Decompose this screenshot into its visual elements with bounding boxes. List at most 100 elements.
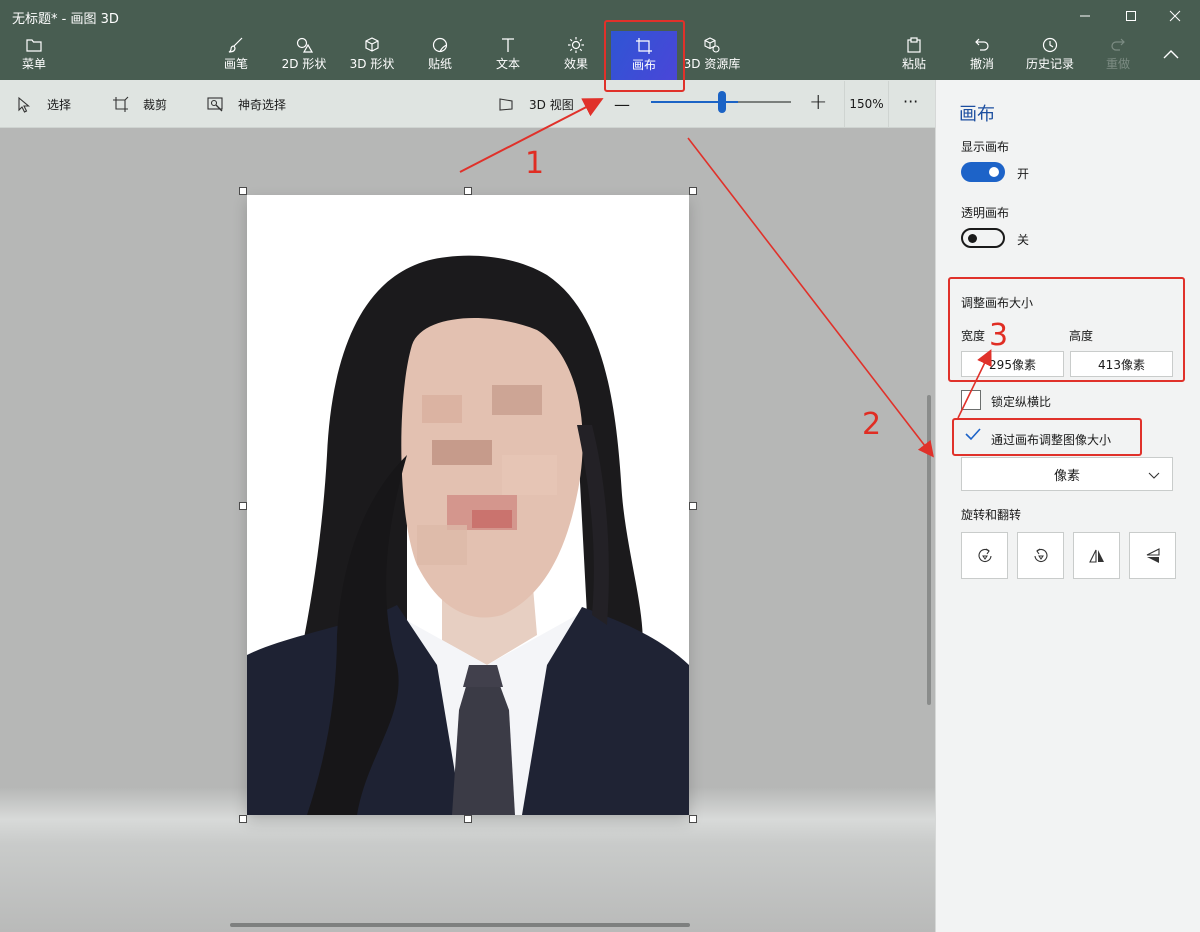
menu-label: 菜单 [21,57,46,71]
redo-button[interactable]: 重做 [1086,36,1150,76]
tool-brushes[interactable]: 画笔 [204,36,268,76]
toggle-knob [968,234,977,243]
more-icon: ··· [903,91,919,111]
rotate-flip-label: 旋转和翻转 [961,508,1022,522]
zoom-slider-thumb[interactable] [718,91,726,113]
flip-vertical-button[interactable] [1129,532,1176,579]
tool-label: 撤消 [969,57,994,71]
rotate-right-icon [1033,548,1048,562]
shapes-2d-icon [296,37,313,53]
panel-title: 画布 [959,104,995,125]
select-button[interactable]: 选择 [16,93,71,115]
undo-button[interactable]: 撤消 [950,36,1014,76]
minimize-icon [1080,15,1090,17]
resize-handle[interactable] [689,815,697,823]
maximize-icon [1126,11,1136,21]
resize-handle[interactable] [239,187,247,195]
lock-aspect-ratio-label: 锁定纵横比 [991,395,1052,409]
chevron-up-icon [1163,50,1179,59]
toggle-knob [989,167,999,177]
tool-label: 效果 [563,57,588,71]
flip-horizontal-icon [1088,549,1104,563]
annotation-box-resize [948,277,1185,382]
flip-horizontal-button[interactable] [1073,532,1120,579]
redo-icon [1111,38,1125,51]
tool-3d-shapes[interactable]: 3D 形状 [340,36,404,76]
minimize-button[interactable] [1062,0,1108,32]
units-dropdown[interactable]: 像素 [961,457,1173,491]
zoom-in-icon: + [809,89,828,115]
view-3d-label: 3D 视图 [529,97,574,112]
show-canvas-toggle[interactable] [961,162,1005,182]
history-button[interactable]: 历史记录 [1018,36,1082,76]
crop-label: 裁剪 [143,97,168,112]
tool-label: 粘贴 [901,57,926,71]
tool-label: 历史记录 [1025,57,1074,71]
zoom-out-button[interactable]: — [614,93,630,115]
annotation-box-checkbox [952,418,1142,456]
annotation-number-1: 1 [525,146,545,181]
more-options-button[interactable]: ··· [903,90,918,112]
annotation-number-2: 2 [862,407,882,442]
transparent-canvas-label: 透明画布 [961,206,1010,220]
resize-handle[interactable] [239,502,247,510]
annotation-box-canvas-tool [604,20,685,92]
view-3d-button[interactable]: 3D 视图 [498,93,574,115]
rotate-left-button[interactable] [961,532,1008,579]
ribbon: 无标题* - 画图 3D 菜单 画笔 2D 形状 3D 形状 贴纸 文本 效果 … [0,0,1200,80]
tool-label: 画笔 [223,57,248,71]
magic-select-button[interactable]: 神奇选择 [207,93,286,115]
zoom-out-icon: — [614,94,630,114]
transparent-canvas-toggle[interactable] [961,228,1005,248]
resize-handle[interactable] [689,502,697,510]
resize-handle[interactable] [464,815,472,823]
select-label: 选择 [47,97,72,112]
annotation-number-3: 3 [989,318,1009,353]
magic-select-icon [207,96,223,111]
paste-button[interactable]: 粘贴 [882,36,946,76]
resize-handle[interactable] [689,187,697,195]
menu-button[interactable]: 菜单 [2,36,66,76]
tool-label: 2D 形状 [281,57,327,71]
close-button[interactable] [1152,0,1198,32]
portrait-photo [247,255,689,815]
lock-aspect-ratio-checkbox[interactable] [961,390,981,410]
effects-icon [568,37,584,53]
cursor-icon [18,96,31,113]
resize-handle[interactable] [239,815,247,823]
show-canvas-state: 开 [1017,167,1030,181]
close-icon [1169,10,1181,22]
canvas-panel: 画布 显示画布 开 透明画布 关 调整画布大小 宽度 高度 295像素 413像… [935,80,1200,932]
folder-icon [26,39,42,52]
units-value: 像素 [1053,468,1080,484]
tool-effects[interactable]: 效果 [544,36,608,76]
tool-text[interactable]: 文本 [476,36,540,76]
secondary-toolbar: 选择 裁剪 神奇选择 3D 视图 — + ··· [0,80,935,128]
crop-button[interactable]: 裁剪 [112,93,167,115]
transparent-canvas-state: 关 [1017,233,1030,247]
tool-2d-shapes[interactable]: 2D 形状 [272,36,336,76]
brush-icon [228,37,243,53]
show-canvas-label: 显示画布 [961,140,1010,154]
history-icon [1042,37,1058,53]
undo-icon [975,38,989,51]
vertical-scrollbar[interactable] [927,395,931,705]
zoom-level[interactable]: 150% [844,81,889,127]
tool-label: 贴纸 [427,57,452,71]
resize-handle[interactable] [464,187,472,195]
horizontal-scrollbar[interactable] [230,923,690,927]
chevron-down-icon [1148,472,1160,479]
tool-3d-library[interactable]: 3D 资源库 [680,36,744,76]
tool-label: 文本 [495,57,520,71]
rotate-left-icon [977,548,992,562]
zoom-in-button[interactable]: + [809,89,828,115]
tool-stickers[interactable]: 贴纸 [408,36,472,76]
canvas[interactable] [247,195,689,815]
sticker-icon [432,37,448,53]
maximize-button[interactable] [1108,0,1154,32]
crop-icon [113,96,129,112]
text-icon [502,38,514,52]
paste-icon [907,37,921,53]
rotate-right-button[interactable] [1017,532,1064,579]
cube-icon [365,37,379,52]
